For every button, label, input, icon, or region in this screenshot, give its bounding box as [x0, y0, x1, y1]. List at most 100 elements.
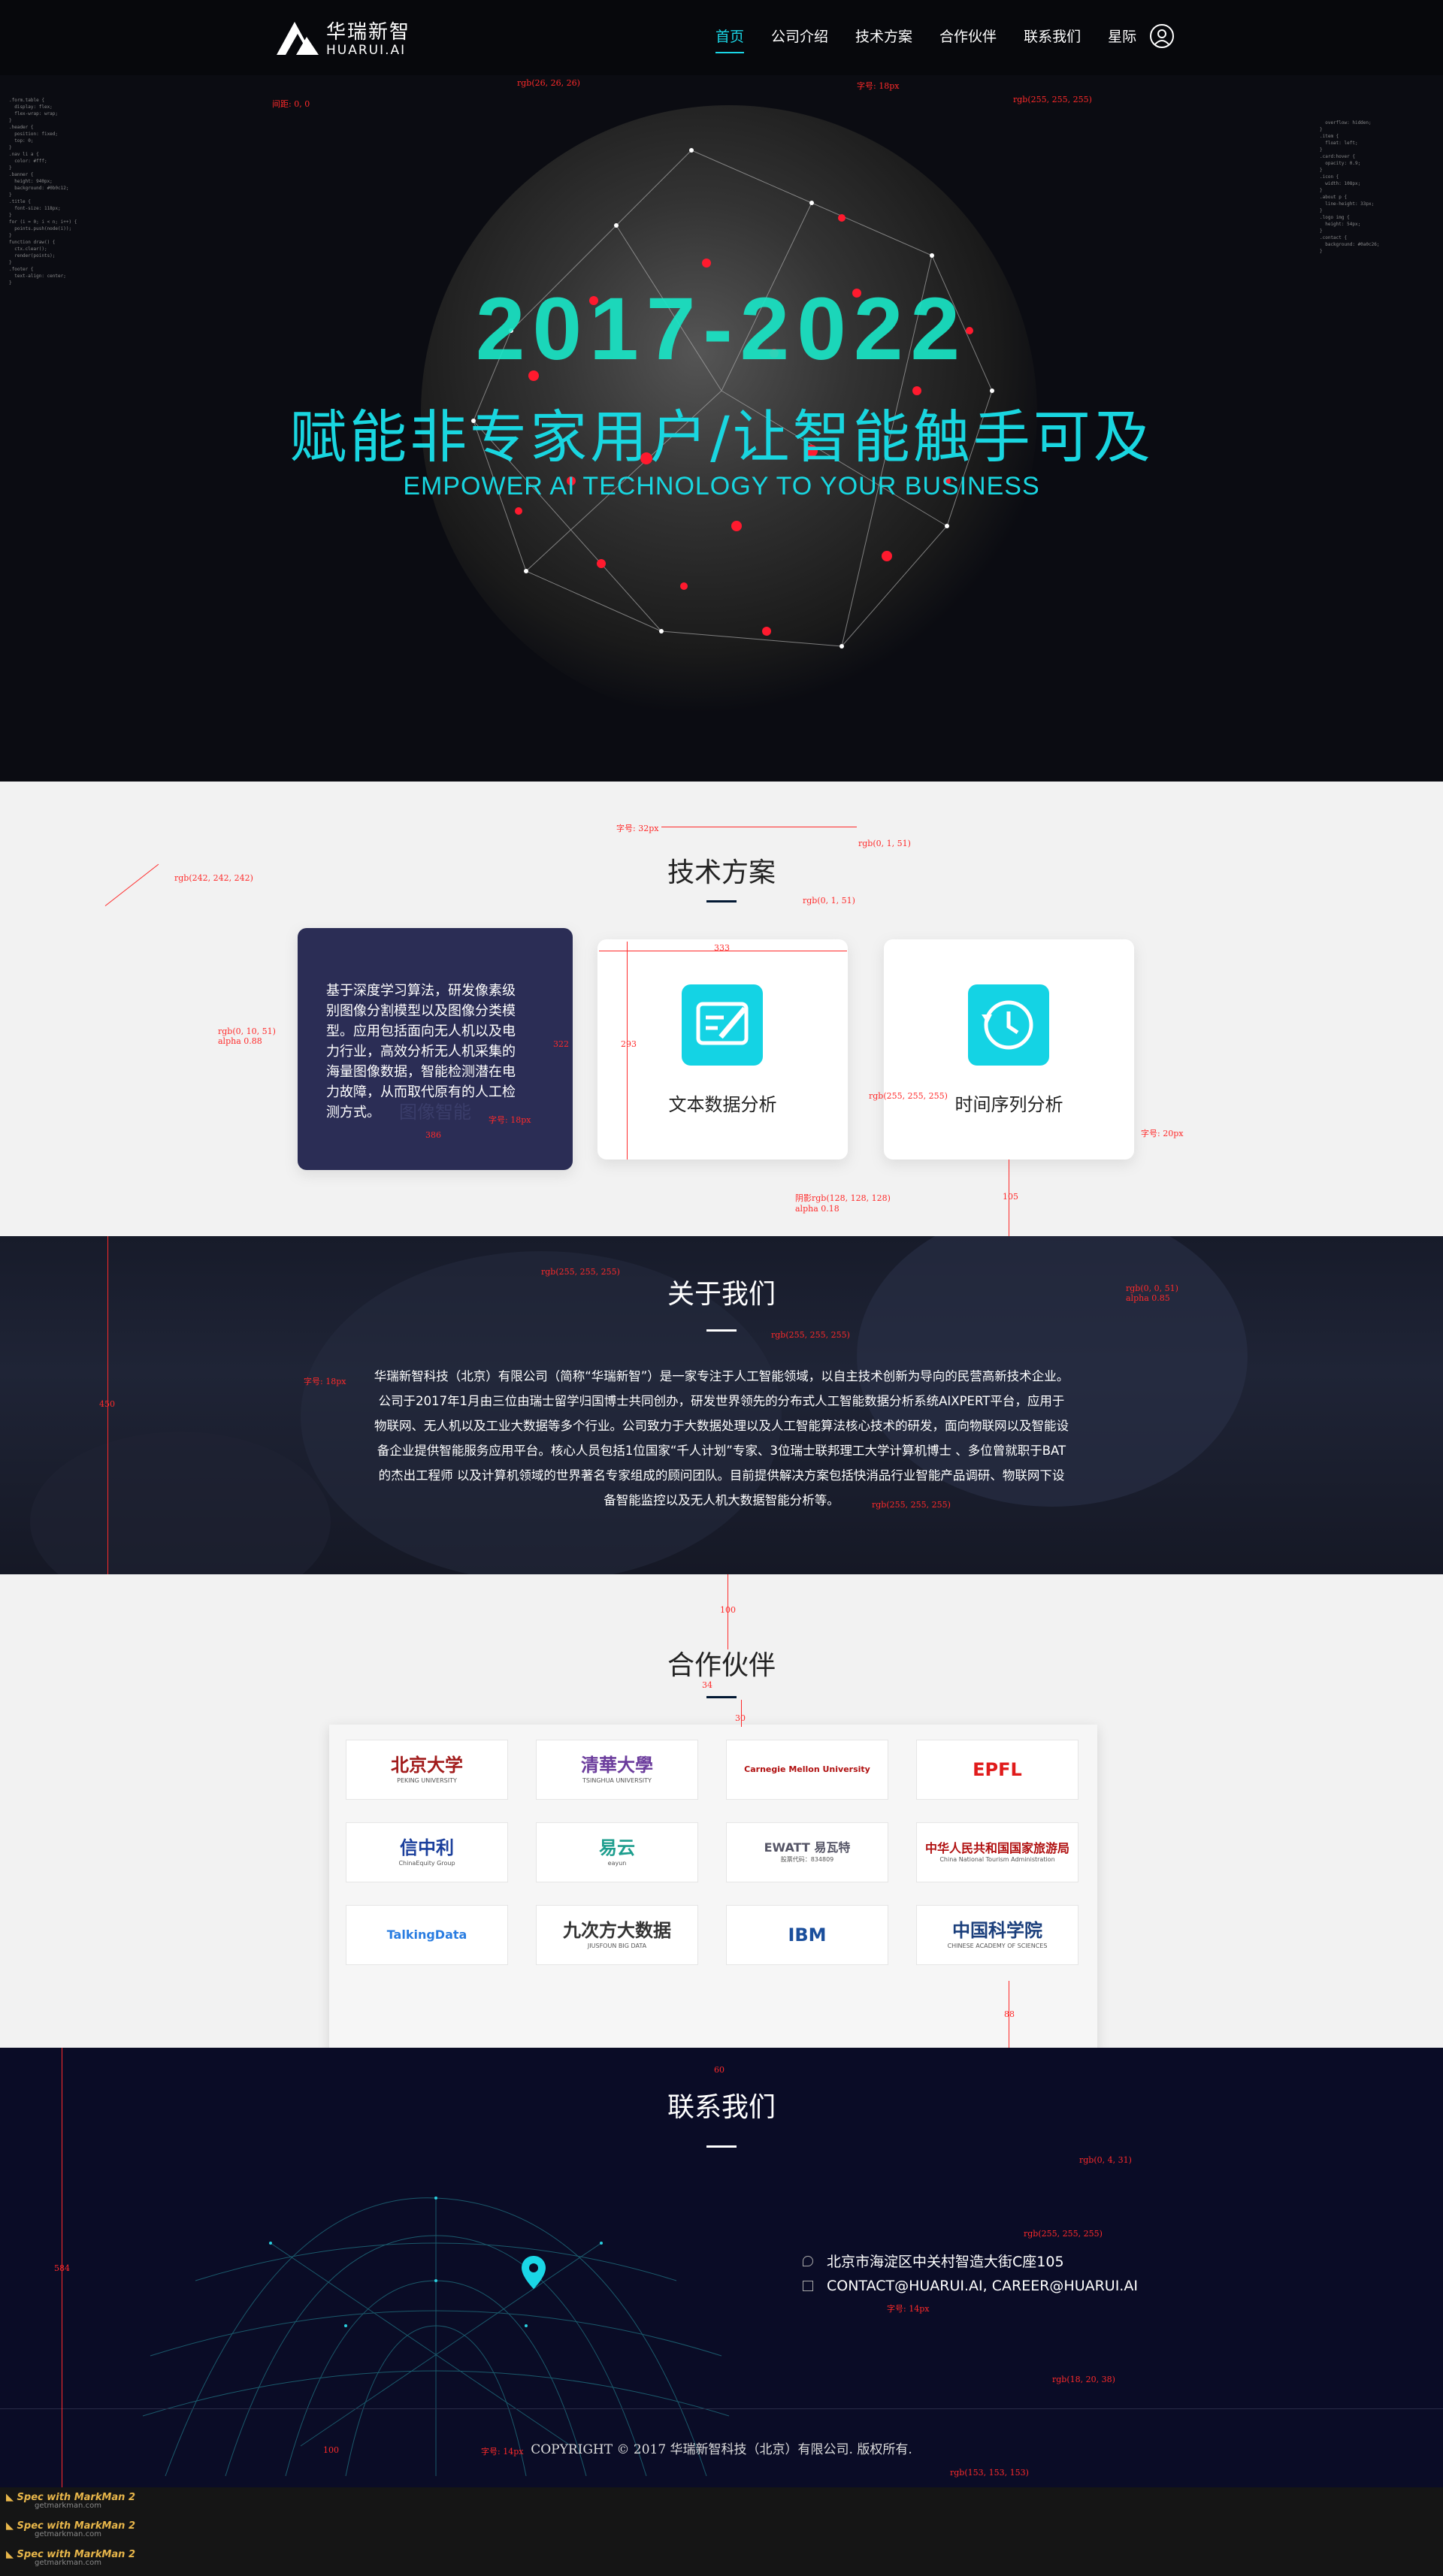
nav-item-partners[interactable]: 合作伙伴 [939, 26, 997, 46]
top-nav: 华瑞新智 HUARUI.AI 首页 公司介绍 技术方案 合作伙伴 联系我们 星际 [0, 0, 1443, 75]
partner-logo-name: 易云 [599, 1837, 635, 1859]
spec-annotation: 间距: 0, 0 [272, 99, 310, 109]
spec-annotation: rgb(0, 0, 51) alpha 0.85 [1126, 1283, 1178, 1303]
markman-badge: ◣ Spec with MarkMan 2 getmarkman.com [6, 2492, 136, 2510]
spec-annotation: 字号: 32px [616, 824, 659, 833]
edit-text-icon [682, 984, 763, 1066]
contact-address-row: 北京市海淀区中关村智造大街C座105 [803, 2251, 1064, 2271]
hero-slogan: 赋能非专家用户/让智能触手可及 [289, 404, 1154, 470]
spec-annotation: 293 [621, 1039, 637, 1049]
address-icon [803, 2255, 813, 2266]
user-account-icon[interactable] [1150, 24, 1174, 48]
logo[interactable]: 华瑞新智 HUARUI.AI [274, 17, 410, 58]
contact-email-row: CONTACT@HUARUI.AI, CAREER@HUARUI.AI [803, 2278, 1138, 2294]
partner-logo-subtitle: JIUSFOUN BIG DATA [587, 1942, 647, 1949]
hero-tagline: EMPOWER AI TECHNOLOGY TO YOUR BUSINESS [403, 472, 1040, 500]
partner-logo-subtitle: PEKING UNIVERSITY [397, 1776, 457, 1784]
spec-annotation: rgb(0, 1, 51) [803, 896, 855, 906]
partners-title: 合作伙伴 [667, 1650, 776, 1681]
tech-section: 技术方案 图像智能 基于深度学习算法，研发像素级别图像分割模型以及图像分类模型。… [0, 782, 1443, 1236]
partner-logo: IBM [726, 1905, 888, 1965]
partner-logo: EWATT 易瓦特 股票代码：834809 [726, 1822, 888, 1882]
contact-address: 北京市海淀区中关村智造大街C座105 [827, 2254, 1064, 2270]
spec-annotation: rgb(18, 20, 38) [1052, 2375, 1115, 2384]
partner-logo-name: 北京大学 [391, 1755, 463, 1776]
tech-card-image-desc: 基于深度学习算法，研发像素级别图像分割模型以及图像分类模型。应用包括面向无人机以… [326, 983, 516, 1120]
partner-logo-name: 信中利 [399, 1837, 454, 1859]
partner-logo: 中华人民共和国国家旅游局 China National Tourism Admin… [916, 1822, 1078, 1882]
spec-annotation: 322 [553, 1039, 569, 1049]
nav-item-tech[interactable]: 技术方案 [855, 26, 912, 46]
footer-divider [0, 2408, 1443, 2409]
partner-logo-name: 中国科学院 [952, 1920, 1042, 1942]
logo-text-en: HUARUI.AI [326, 43, 407, 58]
nav-item-interstellar[interactable]: 星际 [1108, 26, 1136, 46]
nav-item-about[interactable]: 公司介绍 [771, 26, 828, 46]
tech-title: 技术方案 [667, 857, 776, 888]
partner-logo-subtitle: ChinaEquity Group [398, 1859, 455, 1867]
partner-logo: Carnegie Mellon University [726, 1740, 888, 1800]
contact-section: 联系我们 北京市海淀区中关村智造大街C座105 CONTACT@HUARUI.A… [0, 2048, 1443, 2487]
wireframe-globe-graphic [142, 2197, 730, 2476]
partner-logo-subtitle: TSINGHUA UNIVERSITY [582, 1776, 652, 1784]
partner-logo: 中国科学院 CHINESE ACADEMY OF SCIENCES [916, 1905, 1078, 1965]
spec-annotation: 30 [735, 1713, 746, 1723]
partner-logo-name: EPFL [973, 1758, 1022, 1780]
partner-logo-subtitle: eayun [607, 1859, 627, 1867]
spec-annotation: 字号: 14px [481, 2447, 524, 2457]
copyright-text: COPYRIGHT © 2017 华瑞新智科技（北京）有限公司. 版权所有. [531, 2442, 912, 2457]
spec-annotation: 450 [99, 1399, 115, 1409]
partner-logo: 清華大學 TSINGHUA UNIVERSITY [536, 1740, 698, 1800]
spec-annotation: 字号: 18px [304, 1377, 346, 1386]
partner-logo-subtitle: China National Tourism Administration [939, 1856, 1055, 1864]
spec-annotation: 字号: 14px [887, 2304, 930, 2314]
spec-annotation: 386 [425, 1130, 441, 1140]
partner-logo: 信中利 ChinaEquity Group [346, 1822, 508, 1882]
partner-logo-name: IBM [788, 1924, 827, 1946]
spec-annotation: rgb(255, 255, 255) [1013, 95, 1092, 104]
about-title-underline [706, 1329, 737, 1332]
clock-history-icon [968, 984, 1049, 1066]
nav-item-contact[interactable]: 联系我们 [1024, 26, 1081, 46]
spec-annotation: rgb(255, 255, 255) [771, 1330, 850, 1340]
partner-logo: TalkingData [346, 1905, 508, 1965]
partners-title-underline [706, 1696, 737, 1698]
spec-annotation: 584 [54, 2263, 70, 2273]
about-paragraph: 华瑞新智科技（北京）有限公司（简称“华瑞新智”）是一家专注于人工智能领域，以自主… [374, 1369, 1069, 1507]
partner-logo: EPFL [916, 1740, 1078, 1800]
nav-item-home[interactable]: 首页 [715, 26, 745, 53]
spec-annotation: 88 [1004, 2009, 1015, 2019]
spec-annotation: 字号: 18px [857, 81, 900, 91]
hero-years: 2017-2022 [475, 280, 968, 379]
about-section: 关于我们 华瑞新智科技（北京）有限公司（简称“华瑞新智”）是一家专注于人工智能领… [0, 1236, 1443, 1574]
code-texture-right: overflow: hidden; } .item { float: left;… [1320, 120, 1380, 254]
partner-logo-name: 清華大學 [581, 1755, 653, 1776]
contact-title: 联系我们 [667, 2092, 776, 2123]
spec-annotation: 34 [702, 1680, 712, 1690]
main-menu: 首页 公司介绍 技术方案 合作伙伴 联系我们 星际 [715, 26, 1163, 53]
mail-icon [803, 2281, 813, 2291]
spec-annotation: 100 [323, 2445, 339, 2455]
spec-annotation: 字号: 18px [489, 1115, 531, 1125]
spec-annotation: 105 [1003, 1192, 1018, 1202]
partner-logo-subtitle: CHINESE ACADEMY OF SCIENCES [947, 1942, 1048, 1949]
spec-annotation: rgb(255, 255, 255) [541, 1267, 620, 1277]
contact-title-underline [706, 2145, 737, 2148]
contact-email[interactable]: CONTACT@HUARUI.AI, CAREER@HUARUI.AI [827, 2278, 1138, 2294]
about-title: 关于我们 [667, 1279, 776, 1310]
partner-logo-name: 九次方大数据 [563, 1920, 671, 1942]
markman-watermark-strip: ◣ Spec with MarkMan 2 getmarkman.com ◣ Sp… [0, 2487, 1443, 2576]
partners-logo-grid: 北京大学 PEKING UNIVERSITY 清華大學 TSINGHUA UNIVER… [329, 1725, 1097, 2052]
spec-annotation: rgb(255, 255, 255) [872, 1500, 951, 1510]
spec-annotation: rgb(0, 10, 51) alpha 0.88 [218, 1026, 276, 1046]
spec-annotation: rgb(255, 255, 255) [869, 1091, 948, 1101]
spec-annotation: 333 [714, 943, 730, 953]
tech-title-underline [706, 900, 737, 903]
spec-annotation: rgb(153, 153, 153) [950, 2468, 1029, 2478]
spec-annotation: 字号: 20px [1141, 1129, 1184, 1138]
markman-badge: ◣ Spec with MarkMan 2 getmarkman.com [6, 2520, 136, 2538]
tech-card-timeseries[interactable]: 时间序列分析 [884, 939, 1134, 1160]
partner-logo-name: 中华人民共和国国家旅游局 [924, 1840, 1069, 1855]
tech-card-text[interactable]: 文本数据分析 [597, 939, 848, 1160]
logo-text-cn: 华瑞新智 [326, 21, 411, 44]
